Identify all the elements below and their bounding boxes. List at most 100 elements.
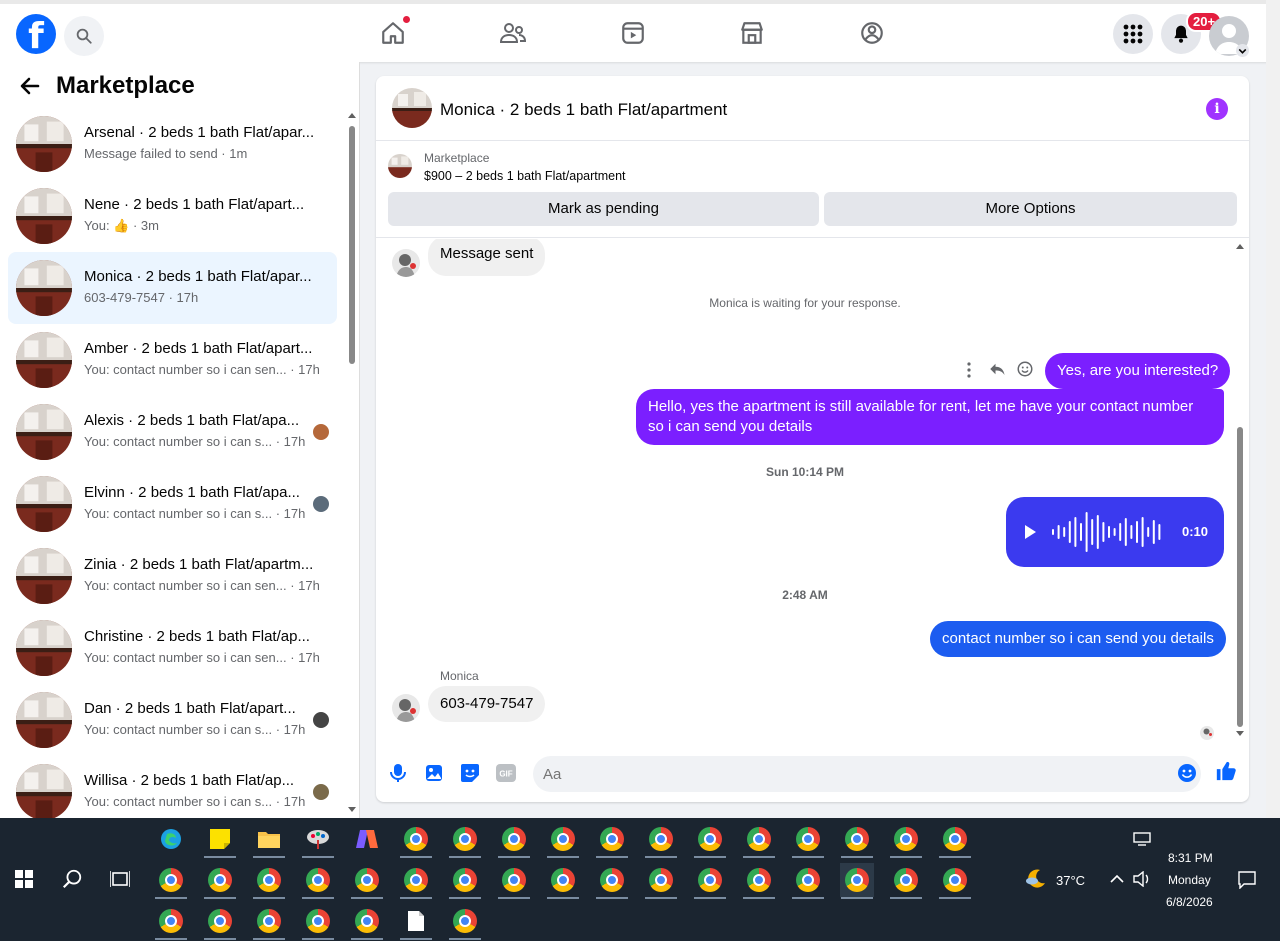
chrome-taskbar-icon[interactable] <box>791 863 825 899</box>
scroll-down-icon[interactable] <box>1236 729 1244 737</box>
chrome-taskbar-icon[interactable] <box>546 822 580 858</box>
task-view-icon[interactable] <box>110 870 130 888</box>
conversation-item[interactable]: Nene · 2 beds 1 bath Flat/apart... You: 👍… <box>8 180 337 252</box>
emoji-button[interactable] <box>1176 762 1198 784</box>
more-actions-icon[interactable] <box>964 361 974 379</box>
menu-button[interactable] <box>1113 14 1153 54</box>
notes-taskbar-icon[interactable] <box>203 822 237 858</box>
conversation-item[interactable]: Zinia · 2 beds 1 bath Flat/apartm... You:… <box>8 540 337 612</box>
folder-taskbar-icon[interactable] <box>252 822 286 858</box>
voice-clip-button[interactable] <box>387 762 409 784</box>
chat-listing-avatar[interactable] <box>392 88 432 128</box>
message-incoming[interactable]: 603-479-7547 <box>428 686 546 722</box>
notification-center-icon[interactable] <box>1238 871 1256 889</box>
weather-temperature[interactable]: 37°C <box>1056 873 1085 888</box>
scroll-up-icon[interactable] <box>1236 243 1244 251</box>
chrome-taskbar-icon[interactable] <box>889 822 923 858</box>
edge-taskbar-icon[interactable] <box>154 822 188 856</box>
message-incoming[interactable]: Message sent <box>428 239 546 276</box>
chrome-taskbar-icon[interactable] <box>301 863 335 899</box>
play-icon[interactable] <box>1022 524 1038 540</box>
chrome-taskbar-icon[interactable] <box>791 822 825 858</box>
windows-start-icon[interactable] <box>15 870 33 888</box>
chrome-taskbar-icon[interactable] <box>938 863 972 899</box>
attach-photo-button[interactable] <box>423 762 445 784</box>
chevron-up-icon[interactable] <box>1110 874 1124 884</box>
message-outgoing[interactable]: Yes, are you interested? <box>1045 353 1231 389</box>
marketplace-nav[interactable] <box>737 18 767 48</box>
conversation-item[interactable]: Dan · 2 beds 1 bath Flat/apart... You: co… <box>8 684 337 756</box>
chrome-taskbar-icon[interactable] <box>497 822 531 858</box>
sidebar-scroll-thumb[interactable] <box>349 126 355 364</box>
chrome-taskbar-icon[interactable] <box>595 822 629 858</box>
conversation-item[interactable]: Alexis · 2 beds 1 bath Flat/apa... You: c… <box>8 396 337 468</box>
chrome-taskbar-icon[interactable] <box>154 863 188 899</box>
chrome-taskbar-icon[interactable] <box>889 863 923 899</box>
chrome-taskbar-icon[interactable] <box>203 863 237 899</box>
conversation-item[interactable]: Amber · 2 beds 1 bath Flat/apart... You: … <box>8 324 337 396</box>
copilot-taskbar-icon[interactable] <box>350 822 384 856</box>
chrome-taskbar-icon[interactable] <box>252 863 286 899</box>
paint-taskbar-icon[interactable] <box>301 822 335 858</box>
contact-avatar[interactable] <box>392 694 420 722</box>
info-icon[interactable]: i <box>1206 98 1228 120</box>
chat-scroll-thumb[interactable] <box>1237 427 1243 727</box>
chrome-taskbar-icon[interactable] <box>399 822 433 858</box>
video-nav[interactable] <box>618 18 648 48</box>
back-arrow-icon[interactable] <box>18 74 42 98</box>
chrome-taskbar-icon[interactable] <box>497 863 531 899</box>
chevron-down-icon[interactable] <box>1236 44 1249 57</box>
chrome-taskbar-icon[interactable] <box>448 822 482 858</box>
scroll-down-icon[interactable] <box>348 805 356 813</box>
chrome-taskbar-icon[interactable] <box>840 822 874 858</box>
search-button[interactable] <box>64 16 104 56</box>
chat-title[interactable]: Monica · 2 beds 1 bath Flat/apartment <box>440 100 727 120</box>
conversation-item[interactable]: Monica · 2 beds 1 bath Flat/apar... 603-4… <box>8 252 337 324</box>
page-scrollbar[interactable] <box>1266 0 1280 818</box>
friends-nav[interactable] <box>498 18 528 48</box>
contact-avatar[interactable] <box>392 249 420 277</box>
file-taskbar-icon[interactable] <box>399 904 433 940</box>
chrome-taskbar-icon[interactable] <box>448 863 482 899</box>
chrome-taskbar-icon[interactable] <box>252 904 286 940</box>
message-input[interactable] <box>533 756 1201 792</box>
chrome-taskbar-icon[interactable] <box>644 822 678 858</box>
chrome-taskbar-icon[interactable] <box>203 904 237 940</box>
chrome-taskbar-icon[interactable] <box>840 863 874 899</box>
like-send-button[interactable] <box>1215 760 1237 782</box>
chrome-taskbar-icon[interactable] <box>595 863 629 899</box>
mark-as-pending-button[interactable]: Mark as pending <box>388 192 819 226</box>
chrome-taskbar-icon[interactable] <box>154 904 188 940</box>
clock-day[interactable]: Monday <box>1168 873 1211 887</box>
chrome-taskbar-icon[interactable] <box>546 863 580 899</box>
gaming-nav[interactable] <box>857 18 887 48</box>
sticker-button[interactable] <box>459 762 481 784</box>
conversation-item[interactable]: Willisa · 2 beds 1 bath Flat/ap... You: c… <box>8 756 337 818</box>
network-tray-icon[interactable] <box>1133 832 1151 846</box>
chrome-taskbar-icon[interactable] <box>742 822 776 858</box>
taskbar-search-icon[interactable] <box>61 868 83 890</box>
conversation-item[interactable]: Christine · 2 beds 1 bath Flat/ap... You:… <box>8 612 337 684</box>
conversation-item[interactable]: Arsenal · 2 beds 1 bath Flat/apar... Mess… <box>8 108 337 180</box>
clock-date[interactable]: 6/8/2026 <box>1166 895 1213 909</box>
volume-icon[interactable] <box>1133 871 1151 887</box>
gif-button[interactable]: GIF <box>495 762 517 784</box>
chrome-taskbar-icon[interactable] <box>693 863 727 899</box>
chrome-taskbar-icon[interactable] <box>938 822 972 858</box>
message-outgoing[interactable]: contact number so i can send you details <box>930 621 1226 657</box>
clock-time[interactable]: 8:31 PM <box>1168 851 1213 865</box>
chrome-taskbar-icon[interactable] <box>350 863 384 899</box>
chrome-taskbar-icon[interactable] <box>742 863 776 899</box>
scroll-up-icon[interactable] <box>348 112 356 120</box>
listing-title[interactable]: $900 – 2 beds 1 bath Flat/apartment <box>424 169 626 183</box>
facebook-logo[interactable]: f <box>16 14 56 54</box>
listing-thumbnail[interactable] <box>388 154 412 178</box>
more-options-button[interactable]: More Options <box>824 192 1237 226</box>
conversation-item[interactable]: Elvinn · 2 beds 1 bath Flat/apa... You: c… <box>8 468 337 540</box>
sidebar-scrollbar[interactable] <box>346 112 358 817</box>
react-emoji-icon[interactable] <box>1016 360 1034 378</box>
chrome-taskbar-icon[interactable] <box>350 904 384 940</box>
chrome-taskbar-icon[interactable] <box>399 863 433 899</box>
chrome-taskbar-icon[interactable] <box>448 904 482 940</box>
chrome-taskbar-icon[interactable] <box>693 822 727 858</box>
